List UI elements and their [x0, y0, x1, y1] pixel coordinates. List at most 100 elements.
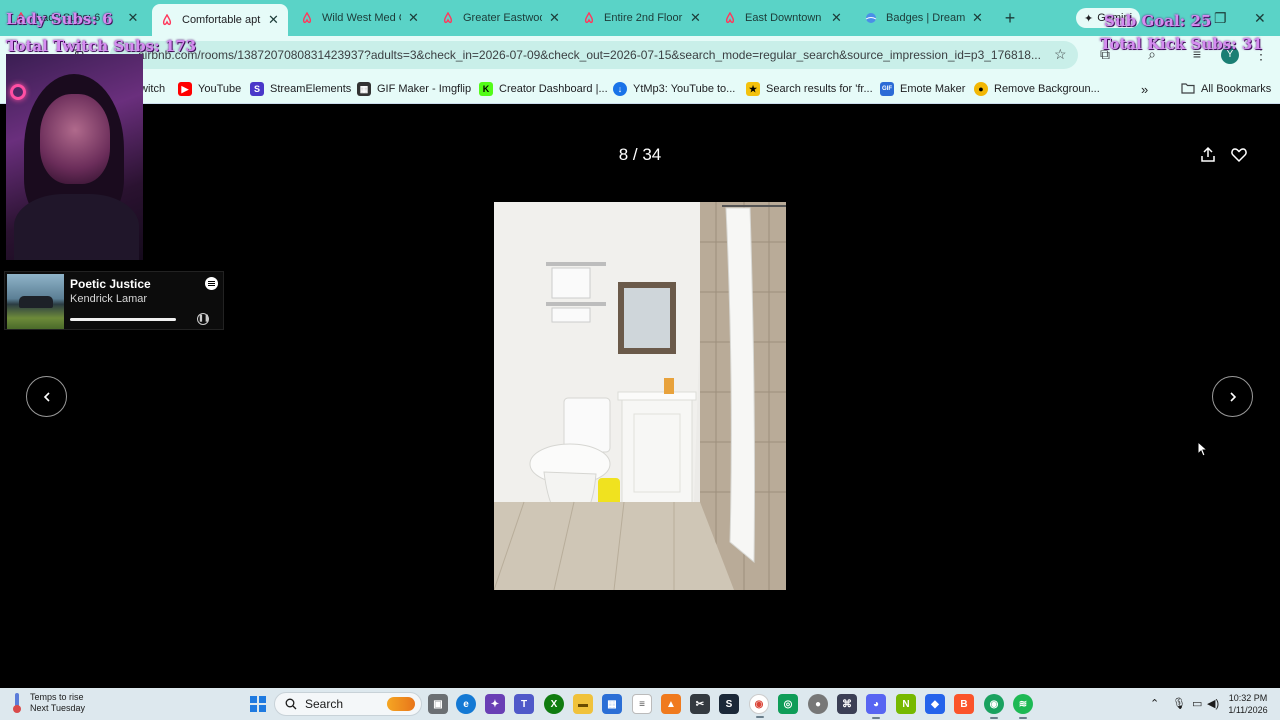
chrome-profile-icon[interactable]: ◉ [984, 694, 1004, 719]
copilot-icon[interactable]: ✦ [485, 694, 505, 714]
discord-icon[interactable]: ◕ [866, 694, 886, 719]
webcam-feed [6, 54, 143, 260]
close-icon[interactable]: ✕ [830, 10, 843, 26]
web-icon [864, 11, 878, 25]
new-tab-button[interactable]: + [1000, 8, 1020, 29]
tab-4[interactable]: Greater Eastwoo ✕ [433, 4, 569, 32]
taskbar-search[interactable]: Search [274, 692, 422, 716]
nvidia-icon[interactable]: N [896, 694, 916, 714]
kick-icon: K [479, 82, 493, 96]
close-icon[interactable]: ✕ [548, 10, 561, 26]
file-explorer-icon[interactable]: ▬ [573, 694, 593, 714]
speaker-icon[interactable]: ◀) [1207, 697, 1219, 710]
address-bar[interactable]: airbnb.com/rooms/1387207080831423937?adu… [110, 41, 1078, 69]
bookmark-label: GIF Maker - Imgflip [377, 83, 472, 95]
streamelements-icon: S [250, 82, 264, 96]
teams-icon[interactable]: T [514, 694, 534, 714]
microphone-icon[interactable]: 🎙 [1172, 697, 1186, 710]
close-icon[interactable]: ✕ [971, 10, 984, 26]
xbox-icon[interactable]: X [544, 694, 564, 714]
spotify-taskbar-icon[interactable]: ≋ [1013, 694, 1033, 719]
all-bookmarks[interactable]: All Bookmarks [1181, 80, 1271, 98]
bookmark-search-results[interactable]: ★ Search results for 'fr... [746, 80, 873, 98]
tab-7[interactable]: Badges | Dream ✕ [856, 4, 992, 32]
steam-icon[interactable]: S [719, 694, 739, 714]
vlc-icon[interactable]: ▲ [661, 694, 681, 714]
edge-icon[interactable]: e [456, 694, 476, 714]
track-progress-fill [70, 318, 176, 321]
folder-icon [1181, 82, 1195, 97]
airbnb-icon [160, 13, 174, 27]
bookmark-twitch[interactable]: witch [140, 80, 165, 98]
tab-label: Badges | Dream [886, 12, 965, 24]
search-icon [285, 698, 297, 710]
chrome-icon[interactable]: ◉ [749, 694, 769, 718]
android-icon[interactable]: ◎ [778, 694, 798, 714]
search-result-icon: ★ [746, 82, 760, 96]
track-artist: Kendrick Lamar [70, 293, 148, 305]
ring-light-icon [10, 84, 26, 100]
overlay-sub-goal: Sub Goal: 25 [1104, 12, 1212, 30]
tab-2[interactable]: Comfortable apt ✕ [152, 4, 288, 36]
imgflip-icon: ▦ [357, 82, 371, 96]
tab-label: Wild West Med C [322, 12, 401, 24]
obs-icon[interactable]: ● [808, 694, 828, 714]
close-icon[interactable]: ✕ [689, 10, 702, 26]
bookmark-emote-maker[interactable]: GIF Emote Maker [880, 80, 965, 98]
app-icon[interactable]: ◆ [925, 694, 945, 714]
tab-label: Entire 2nd Floor [604, 12, 683, 24]
notepad-icon[interactable]: ≡ [632, 694, 652, 714]
all-bookmarks-label: All Bookmarks [1201, 83, 1272, 95]
chevron-up-icon[interactable]: ⌃ [1150, 697, 1159, 710]
photo-counter: 8 / 34 [618, 145, 662, 164]
clock-date: 1/11/2026 [1228, 705, 1268, 715]
bookmark-label: YouTube [198, 83, 242, 95]
removebg-icon: ● [974, 82, 988, 96]
chevron-right-icon [1229, 391, 1236, 402]
previous-photo-button[interactable] [26, 376, 67, 417]
search-highlight-icon [387, 697, 415, 711]
youtube-icon: ▶ [178, 82, 192, 96]
brave-icon[interactable]: B [954, 694, 974, 714]
ytmp3-icon: ↓ [613, 82, 627, 96]
snipping-tool-icon[interactable]: ✂ [690, 694, 710, 714]
close-icon[interactable]: ✕ [126, 10, 140, 26]
bookmark-ytmp3[interactable]: ↓ YtMp3: YouTube to... [613, 80, 735, 98]
heart-icon[interactable] [1230, 146, 1248, 164]
tab-5[interactable]: Entire 2nd Floor ✕ [574, 4, 710, 32]
weather-widget[interactable]: Temps to rise Next Tuesday [10, 692, 85, 714]
screen: Lady Subs: 6 ✕ Comfortable apt ✕ Wild We… [0, 0, 1280, 720]
airbnb-icon [441, 11, 455, 25]
mouse-cursor-icon [1197, 440, 1209, 457]
bookmarks-more[interactable]: » [1141, 80, 1148, 98]
close-icon[interactable]: ✕ [407, 10, 420, 26]
next-photo-button[interactable] [1212, 376, 1253, 417]
task-view-icon[interactable]: ▣ [428, 694, 448, 714]
game-icon[interactable]: ⌘ [837, 694, 857, 714]
bookmark-label: Emote Maker [900, 83, 966, 95]
close-icon[interactable]: ✕ [267, 12, 280, 28]
bookmark-kick[interactable]: K Creator Dashboard |... [479, 80, 608, 98]
tab-6[interactable]: East Downtown ✕ [715, 4, 851, 32]
restore-icon[interactable]: ❐ [1214, 10, 1227, 27]
bookmark-star-icon[interactable]: ☆ [1054, 46, 1067, 63]
store-icon[interactable]: ▦ [602, 694, 622, 714]
weather-line1: Temps to rise [30, 692, 84, 702]
bookmark-youtube[interactable]: ▶ YouTube [178, 80, 241, 98]
start-button[interactable] [248, 694, 268, 714]
gif-icon: GIF [880, 82, 894, 96]
tab-3[interactable]: Wild West Med C ✕ [292, 4, 428, 32]
bookmark-label: Search results for 'fr... [766, 83, 873, 95]
overlay-kick-subs: Total Kick Subs: 31 [1100, 35, 1263, 53]
bookmark-imgflip[interactable]: ▦ GIF Maker - Imgflip [357, 80, 471, 98]
chevron-left-icon [43, 391, 50, 402]
system-clock[interactable]: 10:32 PM 1/11/2026 [1224, 692, 1272, 716]
bookmark-removebg[interactable]: ● Remove Backgroun... [974, 80, 1100, 98]
bookmarks-bar: witch ▶ YouTube S StreamElements ▦ GIF M… [0, 74, 1280, 104]
bookmark-label: witch [140, 83, 166, 95]
share-icon[interactable] [1199, 146, 1217, 164]
bookmark-streamelements[interactable]: S StreamElements [250, 80, 351, 98]
close-window-icon[interactable]: ✕ [1254, 10, 1266, 27]
airbnb-icon [582, 11, 596, 25]
monitor-icon[interactable]: ▭ [1192, 697, 1202, 710]
